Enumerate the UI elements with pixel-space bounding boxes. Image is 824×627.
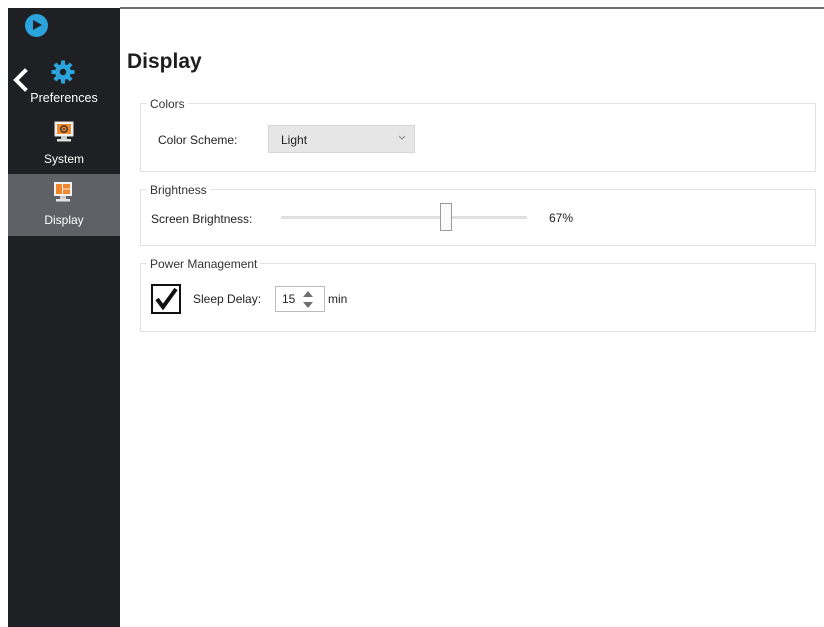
app-logo-icon xyxy=(25,14,48,37)
color-scheme-select[interactable]: Light xyxy=(268,125,415,153)
checkmark-icon xyxy=(155,287,178,311)
sleep-delay-stepper[interactable]: 15 xyxy=(275,286,325,312)
gear-icon xyxy=(51,60,75,84)
page-title: Display xyxy=(127,50,202,73)
stepper-up-icon[interactable] xyxy=(302,290,314,298)
window-top-border xyxy=(120,7,824,9)
sidebar-item-label: System xyxy=(43,152,84,166)
sleep-delay-unit: min xyxy=(328,292,348,306)
chevron-down-icon xyxy=(398,135,406,140)
color-scheme-label: Color Scheme: xyxy=(158,133,238,147)
color-scheme-value: Light xyxy=(281,133,308,147)
screen-brightness-label: Screen Brightness: xyxy=(151,212,253,226)
sleep-checkbox[interactable] xyxy=(151,284,181,314)
sleep-delay-value: 15 xyxy=(282,292,296,306)
sidebar-item-display[interactable]: Display xyxy=(8,174,120,236)
colors-legend: Colors xyxy=(147,97,188,111)
brightness-value: 67% xyxy=(549,211,574,225)
colors-group: Colors Color Scheme: Light xyxy=(140,97,816,172)
sidebar-item-preferences[interactable]: Preferences xyxy=(8,54,120,108)
power-management-group: Power Management Sleep Delay: 15 min xyxy=(140,257,816,332)
brightness-slider-track[interactable] xyxy=(281,216,527,219)
display-layout-icon xyxy=(54,182,72,202)
power-management-legend: Power Management xyxy=(147,257,261,271)
sidebar: Preferences System Display xyxy=(8,8,120,627)
stepper-down-icon[interactable] xyxy=(302,301,314,309)
sidebar-item-label: Display xyxy=(44,213,84,227)
brightness-legend: Brightness xyxy=(147,183,210,197)
brightness-slider-thumb[interactable] xyxy=(439,203,452,231)
brightness-group: Brightness Screen Brightness: 67% xyxy=(140,183,816,246)
monitor-icon xyxy=(54,121,74,142)
sidebar-item-label: Preferences xyxy=(30,91,98,105)
sidebar-item-system[interactable]: System xyxy=(8,118,120,176)
sleep-delay-label: Sleep Delay: xyxy=(193,292,262,306)
